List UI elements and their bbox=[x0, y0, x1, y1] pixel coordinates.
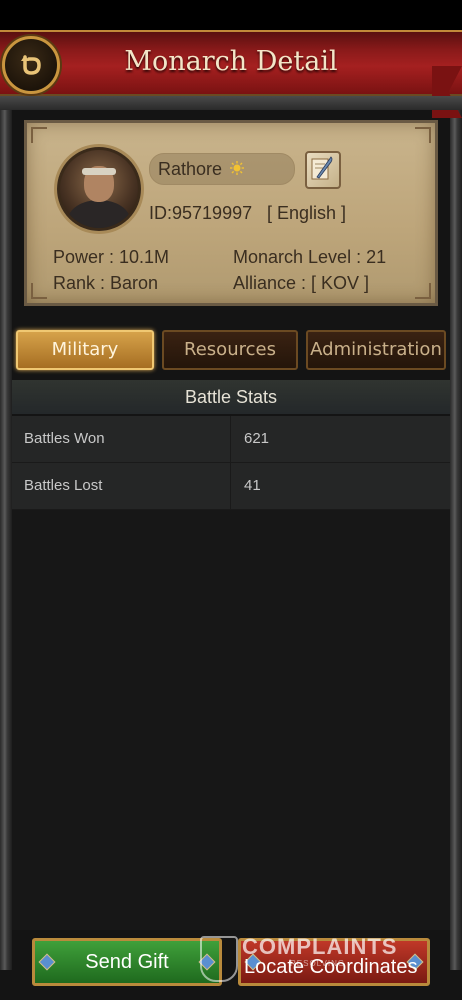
stat-label: Battles Won bbox=[24, 430, 105, 447]
rank-value: Rank : Baron bbox=[53, 273, 159, 293]
card-corner bbox=[31, 283, 47, 299]
send-gift-label: Send Gift bbox=[85, 951, 169, 973]
content-area bbox=[12, 510, 450, 930]
right-pillar bbox=[450, 100, 462, 970]
header-divider bbox=[0, 96, 462, 110]
locate-coordinates-label: Locate Coordinates bbox=[244, 956, 418, 978]
tab-military[interactable]: Military bbox=[16, 330, 154, 370]
card-corner bbox=[415, 283, 431, 299]
monarch-level: Monarch Level : 21 bbox=[233, 247, 387, 267]
left-pillar bbox=[0, 100, 12, 970]
player-id: 95719997 bbox=[172, 203, 253, 223]
tab-resources[interactable]: Resources bbox=[162, 330, 298, 370]
shield-icon bbox=[200, 936, 238, 982]
profile-card: Rathore ID:95719997 [ English ] Power : … bbox=[24, 120, 438, 306]
tab-administration[interactable]: Administration bbox=[306, 330, 446, 370]
sun-icon bbox=[230, 161, 244, 175]
alliance-value: Alliance : [ KOV ] bbox=[233, 273, 370, 293]
player-name: Rathore bbox=[158, 159, 223, 179]
battle-stats-header: Battle Stats bbox=[12, 380, 450, 414]
player-language: [ English ] bbox=[267, 203, 347, 223]
stat-value: 621 bbox=[244, 430, 270, 447]
card-corner bbox=[415, 127, 431, 143]
table-row: Battles Won 621 bbox=[12, 416, 450, 463]
back-arrow-icon bbox=[21, 55, 41, 75]
page-title: Monarch Detail bbox=[124, 46, 338, 77]
send-gift-button[interactable]: Send Gift bbox=[32, 938, 222, 986]
back-button[interactable] bbox=[2, 36, 60, 94]
edit-profile-button[interactable] bbox=[305, 151, 341, 189]
stat-value: 41 bbox=[244, 477, 261, 494]
banner-tail bbox=[432, 66, 462, 118]
name-field: Rathore bbox=[149, 153, 295, 185]
stat-label: Battles Lost bbox=[24, 477, 103, 494]
table-row: Battles Lost 41 bbox=[12, 463, 450, 510]
title-banner: Monarch Detail bbox=[0, 30, 462, 118]
edit-quill-icon bbox=[311, 156, 333, 180]
power-value: Power : 10.1M bbox=[53, 247, 170, 267]
card-corner bbox=[31, 127, 47, 143]
avatar[interactable] bbox=[57, 147, 141, 231]
id-label: ID: bbox=[149, 203, 173, 223]
